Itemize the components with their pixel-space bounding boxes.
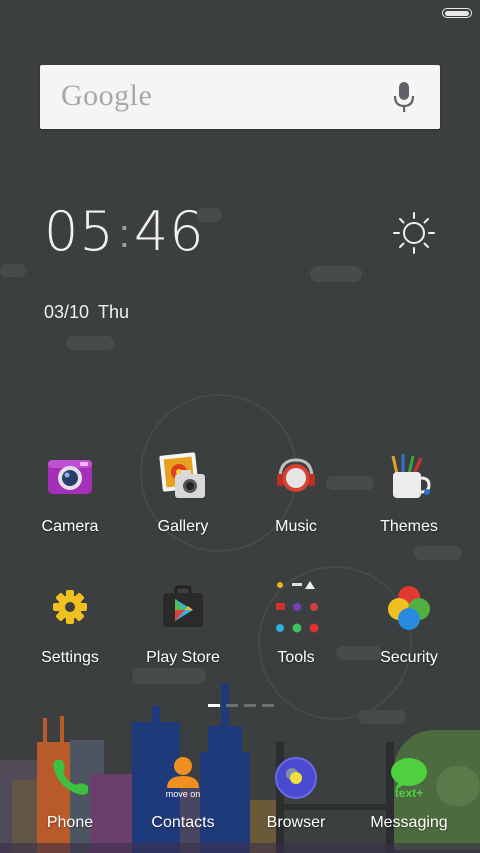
gallery-icon: [155, 448, 211, 504]
dock-phone[interactable]: Phone: [14, 750, 126, 832]
app-music[interactable]: Music: [240, 448, 352, 536]
clock-widget[interactable]: 05 : 46: [44, 196, 205, 266]
dock-messaging[interactable]: text+ Messaging: [353, 750, 465, 832]
date-day-month: 03/10: [44, 302, 90, 322]
app-label: Play Store: [146, 649, 220, 666]
settings-icon: [42, 579, 98, 635]
battery-indicator-icon: [442, 8, 472, 18]
app-tools-folder[interactable]: Tools: [240, 579, 352, 667]
app-label: Security: [380, 649, 438, 666]
page-dot-1[interactable]: [208, 704, 220, 707]
music-icon: [268, 448, 324, 504]
weather-sun-icon[interactable]: [392, 211, 436, 255]
contacts-badge-text: move on: [165, 789, 201, 799]
app-camera[interactable]: Camera: [14, 448, 126, 536]
background-cloud: [0, 264, 26, 277]
app-label: Tools: [277, 649, 315, 666]
camera-icon: [42, 448, 98, 504]
security-icon: [381, 579, 437, 635]
app-label: Camera: [41, 518, 99, 535]
tools-folder-icon: [268, 579, 324, 635]
app-label: Messaging: [370, 814, 448, 831]
app-label: Browser: [266, 814, 326, 831]
contacts-icon: move on: [155, 750, 211, 806]
dock-contacts[interactable]: move on Contacts: [127, 750, 239, 832]
browser-icon: [268, 750, 324, 806]
page-dot-4[interactable]: [262, 704, 274, 707]
app-play-store[interactable]: Play Store: [127, 579, 239, 667]
google-search-bar[interactable]: Google: [40, 65, 440, 129]
clock-minutes: 46: [133, 199, 205, 263]
phone-icon: [42, 750, 98, 806]
clock-hours: 05: [44, 199, 115, 263]
page-dot-3[interactable]: [244, 704, 256, 707]
app-label: Gallery: [157, 518, 209, 535]
app-themes[interactable]: Themes: [353, 448, 465, 536]
app-label: Phone: [46, 814, 94, 831]
date-weekday: Thu: [98, 302, 130, 322]
clock-separator: :: [118, 211, 130, 256]
app-gallery[interactable]: Gallery: [127, 448, 239, 536]
app-label: Contacts: [151, 814, 215, 831]
google-logo: Google: [61, 79, 153, 112]
background-cloud: [414, 546, 462, 560]
messaging-icon: text+: [381, 750, 437, 806]
play-store-icon: [155, 579, 211, 635]
microphone-icon[interactable]: [393, 81, 415, 113]
app-label: Settings: [41, 649, 99, 666]
app-security[interactable]: Security: [353, 579, 465, 667]
themes-icon: [381, 448, 437, 504]
app-label: Music: [275, 518, 317, 535]
dock-browser[interactable]: Browser: [240, 750, 352, 832]
messaging-badge-text: text+: [394, 786, 424, 800]
background-cloud: [66, 336, 114, 350]
background-cloud: [310, 266, 362, 282]
app-settings[interactable]: Settings: [14, 579, 126, 667]
date-label: 03/10 Thu: [44, 302, 138, 323]
background-cloud: [132, 668, 206, 684]
app-label: Themes: [380, 518, 438, 535]
page-dot-2[interactable]: [226, 704, 238, 707]
